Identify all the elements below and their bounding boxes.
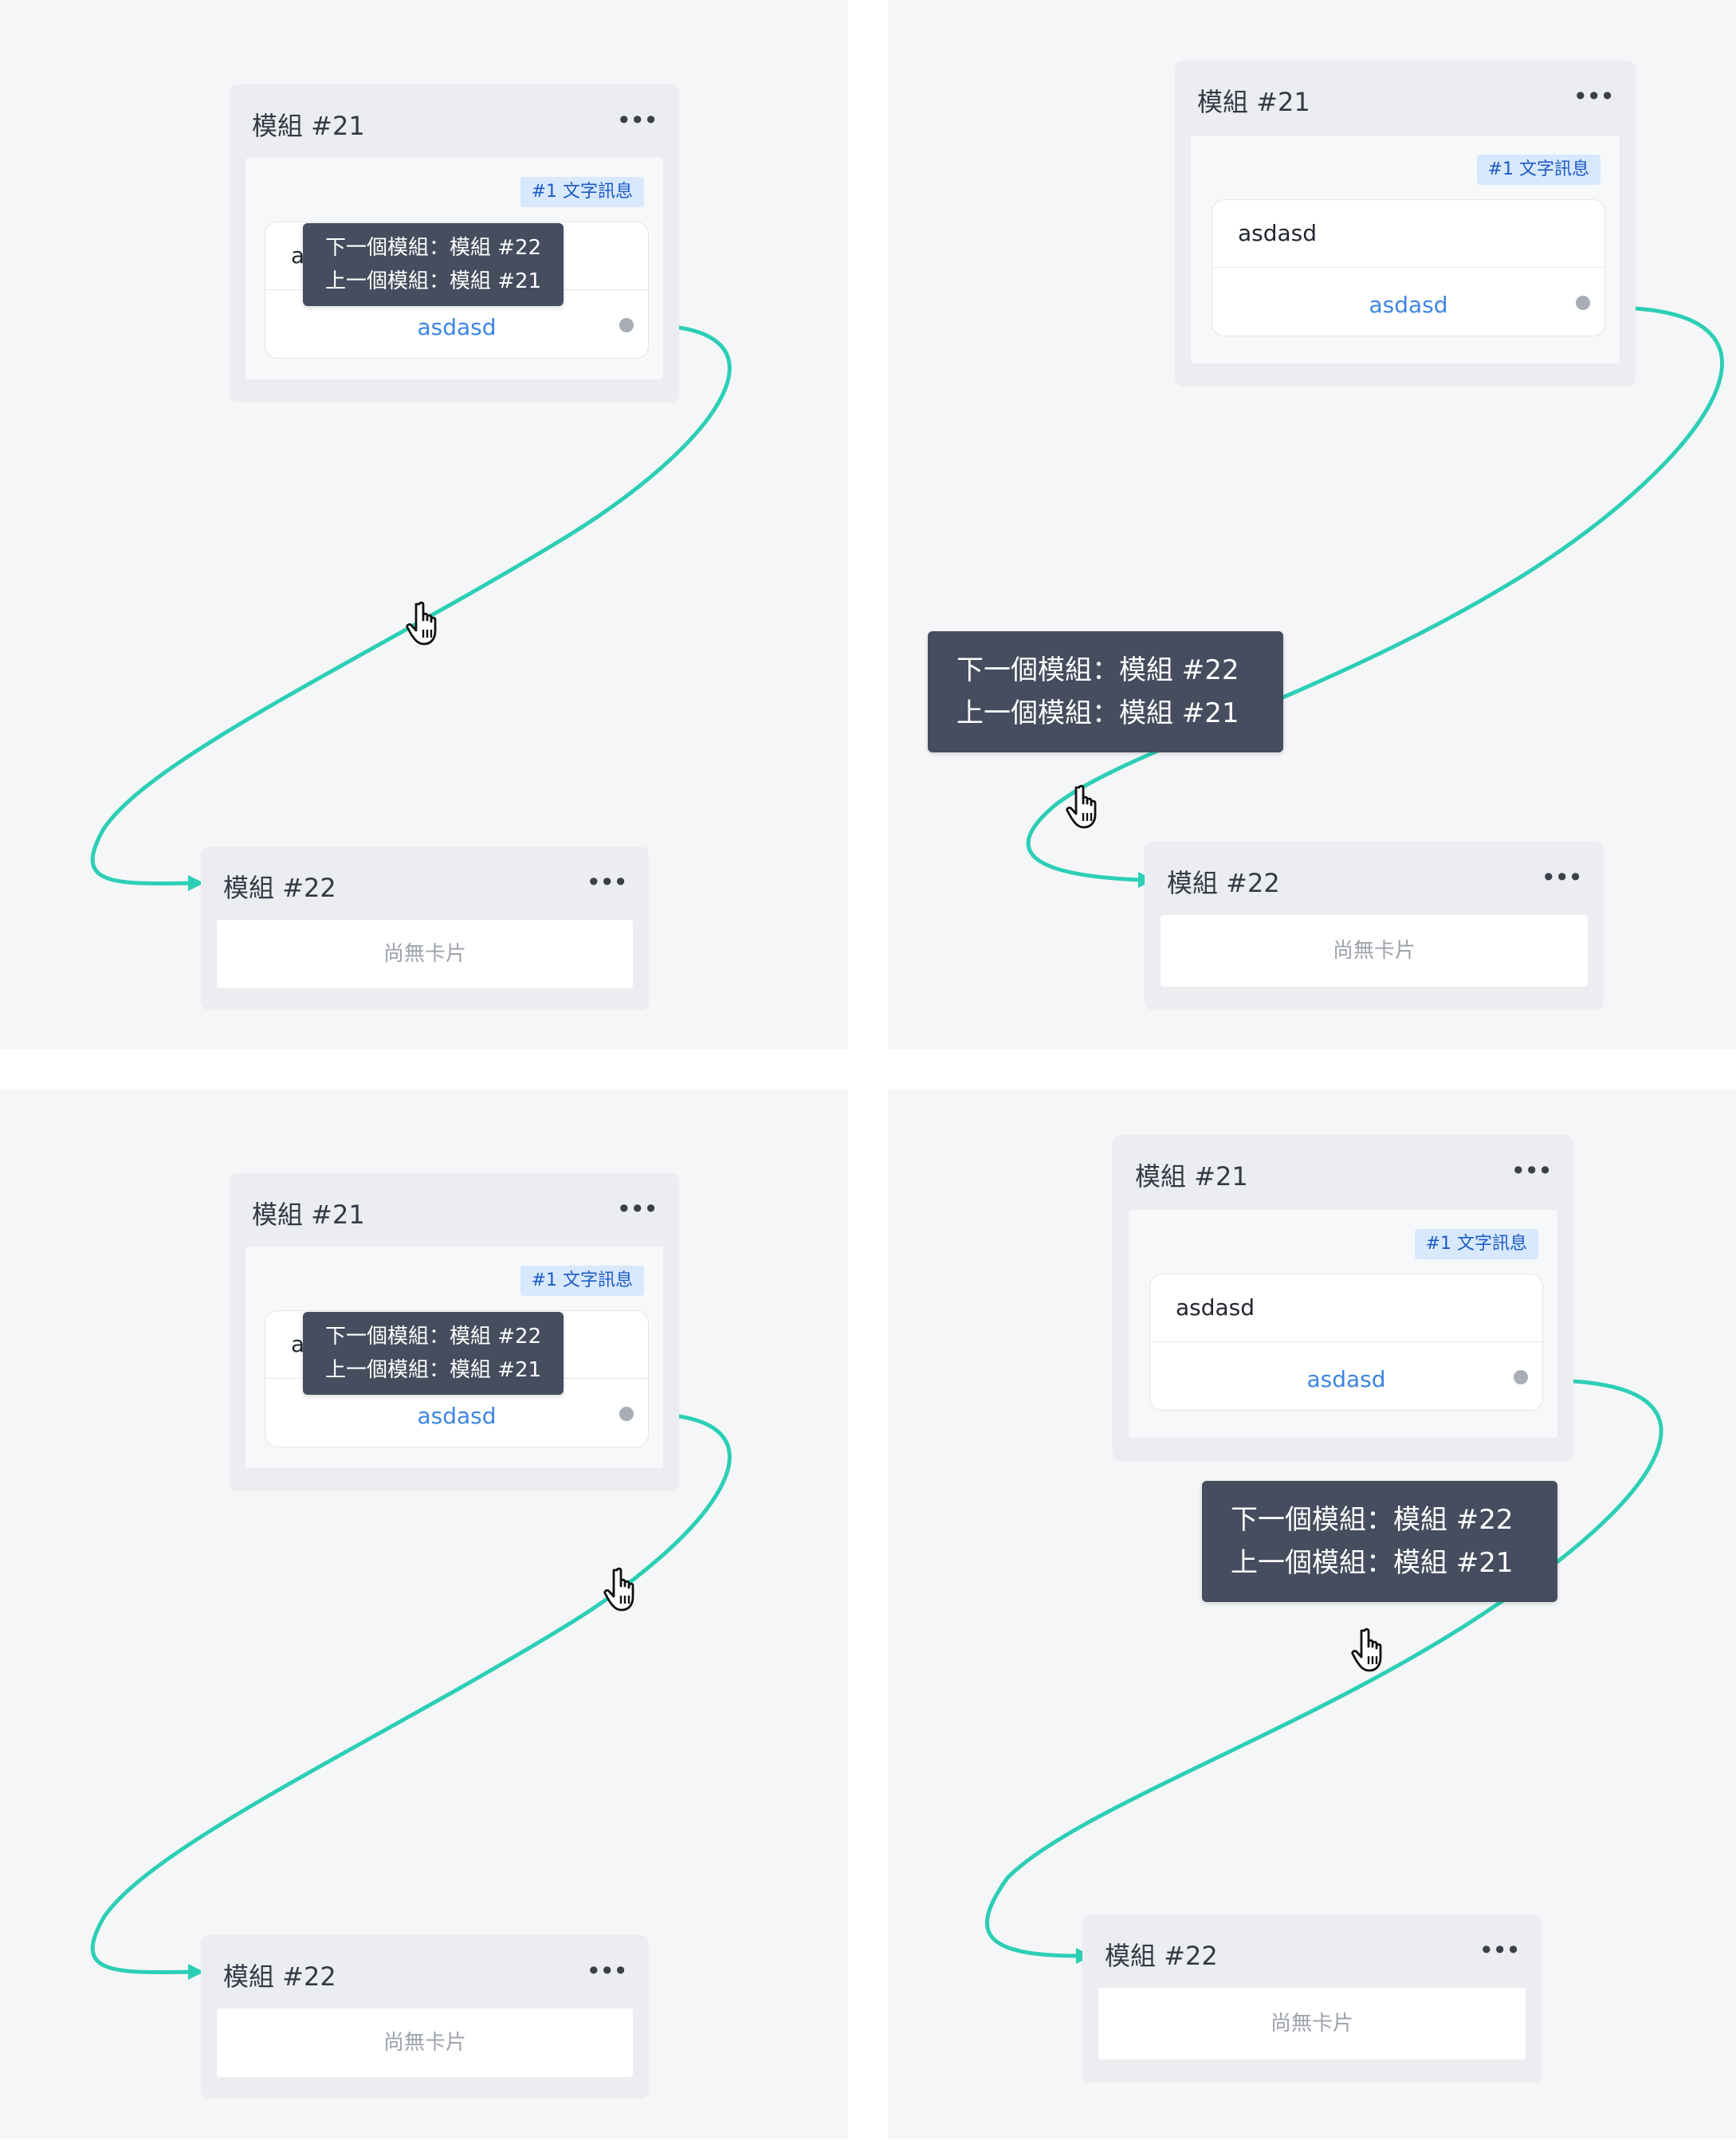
message-type-badge: #1 文字訊息: [520, 177, 644, 207]
flow-canvas-panel-3[interactable]: 模組 #21 ••• #1 文字訊息 asdasd asdasd 下一個模組：模…: [0, 1089, 848, 2138]
more-icon[interactable]: •••: [1510, 1158, 1553, 1184]
module-header[interactable]: 模組 #22 •••: [1105, 1938, 1521, 1973]
module-header[interactable]: 模組 #21 •••: [1135, 1158, 1553, 1194]
more-icon[interactable]: •••: [616, 108, 658, 133]
message-type-badge: #1 文字訊息: [1476, 155, 1600, 185]
empty-card-placeholder: 尚無卡片: [1098, 1988, 1526, 2060]
module-title: 模組 #22: [1167, 868, 1280, 898]
more-icon[interactable]: •••: [1479, 1938, 1521, 1963]
empty-card-placeholder: 尚無卡片: [217, 2008, 633, 2077]
module-title: 模組 #21: [1197, 87, 1310, 117]
message-card[interactable]: asdasd asdasd: [1212, 199, 1605, 336]
tooltip-next-module: 下一個模組：模組 #22: [1231, 1504, 1514, 1536]
message-card[interactable]: asdasd asdasd: [1149, 1274, 1543, 1411]
module-title: 模組 #22: [1105, 1941, 1218, 1971]
more-icon[interactable]: •••: [616, 1196, 658, 1222]
module-header[interactable]: 模組 #22 •••: [1167, 865, 1583, 901]
flow-canvas-panel-1[interactable]: 模組 #21 ••• #1 文字訊息 asdasd asdasd 下一個模組：模…: [0, 0, 848, 1050]
module-header[interactable]: 模組 #21 •••: [1197, 84, 1615, 120]
module-body: #1 文字訊息 asdasd asdasd: [1129, 1210, 1557, 1438]
module-source[interactable]: 模組 #21 ••• #1 文字訊息 asdasd asdasd: [1113, 1135, 1573, 1460]
module-target[interactable]: 模組 #22 ••• 尚無卡片: [201, 1935, 649, 2098]
module-header[interactable]: 模組 #22 •••: [223, 870, 628, 905]
more-icon[interactable]: •••: [586, 1958, 628, 1984]
module-target[interactable]: 模組 #22 ••• 尚無卡片: [1145, 842, 1604, 1009]
connection-tooltip: 下一個模組：模組 #22 上一個模組：模組 #21: [303, 1312, 564, 1395]
connector-handle[interactable]: [1576, 296, 1590, 310]
connector-handle[interactable]: [1514, 1370, 1528, 1384]
tooltip-prev-module: 上一個模組：模組 #21: [325, 1358, 542, 1382]
card-button[interactable]: asdasd: [265, 312, 648, 344]
module-target[interactable]: 模組 #22 ••• 尚無卡片: [1082, 1914, 1542, 2082]
message-type-badge: #1 文字訊息: [1414, 1229, 1538, 1259]
card-divider: [1212, 267, 1604, 268]
module-target[interactable]: 模組 #22 ••• 尚無卡片: [201, 846, 649, 1009]
more-icon[interactable]: •••: [586, 870, 628, 895]
connection-tooltip: 下一個模組：模組 #22 上一個模組：模組 #21: [303, 223, 564, 306]
module-body: #1 文字訊息 asdasd asdasd: [1191, 135, 1620, 363]
empty-card-placeholder: 尚無卡片: [217, 920, 633, 988]
empty-card-placeholder: 尚無卡片: [1161, 915, 1588, 987]
module-title: 模組 #21: [252, 1200, 365, 1230]
card-button[interactable]: asdasd: [1212, 289, 1604, 321]
module-header[interactable]: 模組 #21 •••: [252, 1196, 658, 1232]
module-title: 模組 #22: [223, 1961, 336, 1992]
connector-handle[interactable]: [619, 1407, 634, 1421]
hand-pointer-icon: [406, 601, 437, 646]
card-text: asdasd: [1238, 220, 1318, 246]
tooltip-next-module: 下一個模組：模組 #22: [956, 654, 1239, 686]
connection-tooltip: 下一個模組：模組 #22 上一個模組：模組 #21: [1202, 1481, 1557, 1602]
tooltip-prev-module: 上一個模組：模組 #21: [956, 697, 1239, 729]
hand-pointer-icon: [1351, 1628, 1382, 1672]
connector-handle[interactable]: [619, 318, 634, 332]
flow-canvas-panel-4[interactable]: 模組 #21 ••• #1 文字訊息 asdasd asdasd 下一個模組：模…: [888, 1089, 1736, 2138]
flow-canvas-panel-2[interactable]: 模組 #21 ••• #1 文字訊息 asdasd asdasd 模組 #22 …: [888, 0, 1736, 1050]
tooltip-prev-module: 上一個模組：模組 #21: [325, 269, 542, 293]
module-header[interactable]: 模組 #21 •••: [252, 108, 658, 143]
hand-pointer-icon: [603, 1567, 634, 1612]
module-source[interactable]: 模組 #21 ••• #1 文字訊息 asdasd asdasd: [1175, 61, 1636, 386]
message-type-badge: #1 文字訊息: [520, 1266, 644, 1296]
more-icon[interactable]: •••: [1541, 865, 1583, 890]
module-title: 模組 #22: [223, 873, 336, 903]
connection-tooltip: 下一個模組：模組 #22 上一個模組：模組 #21: [928, 631, 1283, 752]
module-title: 模組 #21: [252, 111, 365, 141]
card-divider: [1150, 1341, 1542, 1342]
tooltip-next-module: 下一個模組：模組 #22: [325, 1325, 542, 1349]
more-icon[interactable]: •••: [1573, 84, 1615, 109]
card-text: asdasd: [1176, 1294, 1255, 1321]
card-button[interactable]: asdasd: [1150, 1364, 1542, 1396]
tooltip-prev-module: 上一個模組：模組 #21: [1231, 1547, 1514, 1579]
module-title: 模組 #21: [1135, 1161, 1248, 1192]
hand-pointer-icon: [1066, 784, 1097, 829]
tooltip-next-module: 下一個模組：模組 #22: [325, 236, 542, 260]
module-header[interactable]: 模組 #22 •••: [223, 1958, 628, 1994]
card-button[interactable]: asdasd: [265, 1400, 648, 1432]
